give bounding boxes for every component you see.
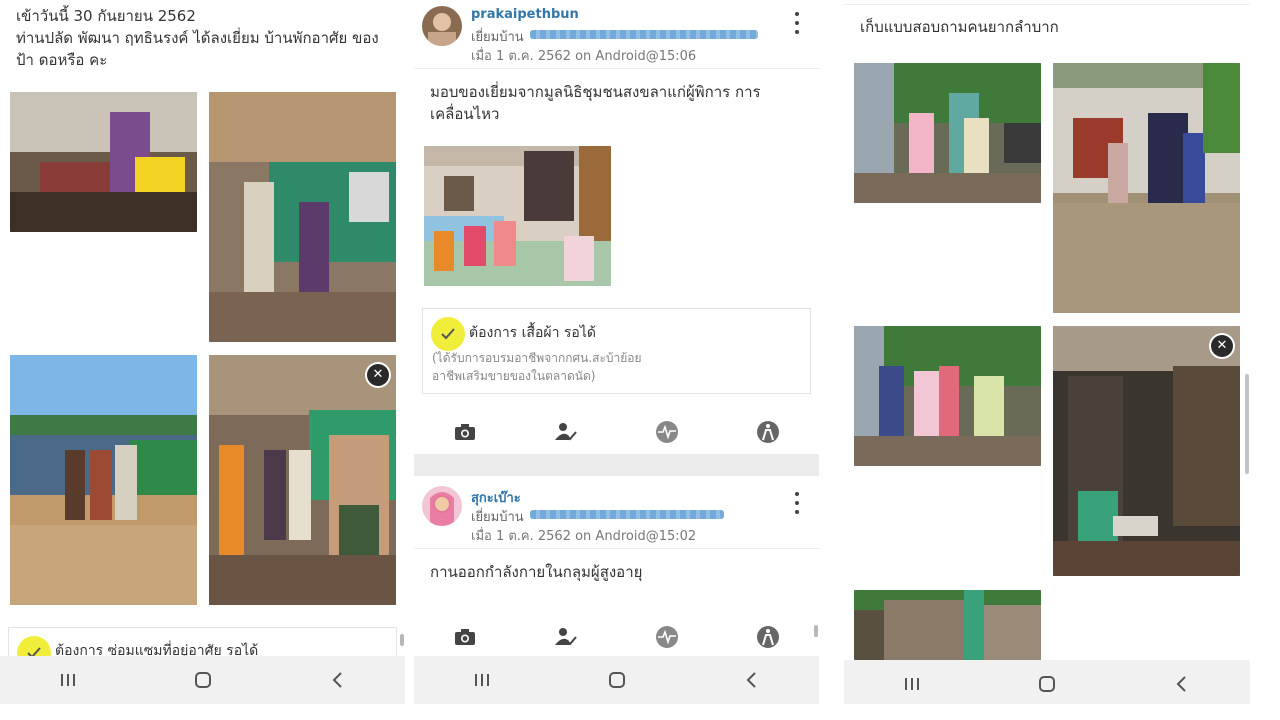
close-icon: ✕: [1211, 335, 1233, 357]
back-button[interactable]: [1152, 664, 1212, 704]
redacted-name: [530, 30, 758, 39]
disability-button[interactable]: [748, 417, 788, 447]
back-icon: [1176, 676, 1187, 692]
need-card: ต้องการ เสื้อผ้า รอได้ (ได้รับการอบรมอาช…: [422, 308, 811, 394]
scrollbar[interactable]: [1245, 374, 1249, 474]
camera-icon: [454, 629, 475, 645]
home-icon: [1038, 676, 1055, 692]
user-check-icon: [554, 423, 577, 441]
user-check-icon: [554, 628, 577, 646]
recent-apps-icon: [60, 674, 75, 686]
photo-survey-3[interactable]: [854, 326, 1041, 466]
recent-apps-button[interactable]: [38, 660, 98, 700]
need-label: ต้องการ เสื้อผ้า รอได้: [469, 325, 596, 341]
divider: [414, 548, 819, 549]
photo-survey-1[interactable]: [854, 63, 1041, 203]
disability-icon: [757, 421, 780, 443]
photo-survey-5[interactable]: [854, 590, 1041, 660]
avatar[interactable]: [422, 486, 462, 526]
photo-survey-4[interactable]: [1053, 326, 1240, 576]
home-icon: [608, 672, 625, 688]
health-button[interactable]: [647, 417, 687, 447]
health-button[interactable]: [647, 622, 687, 652]
home-button[interactable]: [587, 660, 647, 700]
feed-panel-right: เก็บแบบสอบถามคนยากลำบาก ✕: [844, 0, 1250, 704]
scrollbar[interactable]: [814, 625, 818, 637]
post-body: มอบของเยี่ยมจากมูลนิธิชุมชนสงขลาแก่ผู้พิ…: [430, 83, 761, 123]
disability-icon: [757, 626, 780, 648]
visit-prefix: เยี่ยมบ้าน: [471, 30, 524, 45]
camera-button[interactable]: [445, 622, 485, 652]
recent-apps-button[interactable]: [452, 660, 512, 700]
photo-visit-4[interactable]: [209, 355, 396, 605]
health-pulse-icon: [656, 626, 679, 648]
need-note: (ได้รับการอบรมอาชีพจากกศน.สะบ้าย้อย อาชี…: [432, 351, 642, 383]
redacted-name: [530, 510, 724, 519]
home-button[interactable]: [1017, 664, 1077, 704]
recent-apps-icon: [474, 674, 489, 686]
more-options-button[interactable]: [792, 492, 802, 514]
post-actions: [414, 615, 819, 659]
recent-apps-icon: [904, 678, 919, 690]
remove-photo-button[interactable]: ✕: [1209, 333, 1235, 359]
scrollbar[interactable]: [400, 634, 404, 646]
back-icon: [746, 672, 756, 688]
android-nav-bar: [0, 656, 405, 704]
back-icon: [332, 672, 342, 688]
disability-button[interactable]: [748, 622, 788, 652]
camera-icon: [454, 424, 475, 440]
feed-panel-left: เข้าวันนี้ 30 กันยายน 2562 ท่านปลัด พัฒน…: [0, 0, 405, 704]
android-nav-bar: [844, 660, 1250, 704]
photo-visit-1[interactable]: [10, 92, 197, 232]
check-icon: [431, 317, 465, 351]
home-button[interactable]: [173, 660, 233, 700]
camera-button[interactable]: [445, 417, 485, 447]
divider: [844, 4, 1250, 5]
android-nav-bar: [414, 656, 819, 704]
back-button[interactable]: [308, 660, 368, 700]
home-icon: [194, 672, 211, 688]
divider: [414, 68, 819, 69]
user-check-button[interactable]: [546, 417, 586, 447]
back-button[interactable]: [722, 660, 782, 700]
close-icon: ✕: [367, 364, 389, 386]
post-text: เก็บแบบสอบถามคนยากลำบาก: [860, 18, 1059, 36]
more-options-button[interactable]: [792, 12, 802, 34]
remove-photo-button[interactable]: ✕: [365, 362, 391, 388]
visit-prefix: เยี่ยมบ้าน: [471, 510, 524, 525]
photo-visit-2[interactable]: [209, 92, 396, 342]
post-username[interactable]: สุกะเบ๊าะ: [471, 487, 521, 508]
photo-survey-2[interactable]: [1053, 63, 1240, 313]
feed-panel-middle: prakaipethbun เยี่ยมบ้าน เมื่อ 1 ต.ค. 25…: [414, 0, 819, 704]
post-meta: เมื่อ 1 ต.ค. 2562 on Android@15:06: [471, 49, 697, 64]
photo-visit-3[interactable]: [10, 355, 197, 605]
avatar[interactable]: [422, 6, 462, 46]
user-check-button[interactable]: [546, 622, 586, 652]
health-pulse-icon: [656, 421, 679, 443]
recent-apps-button[interactable]: [882, 664, 942, 704]
post-actions: [414, 410, 819, 454]
post-body: กานออกกำลังกายในกลุมผู้สูงอายุ: [430, 563, 643, 581]
section-gap: [414, 454, 819, 476]
post-text: เข้าวันนี้ 30 กันยายน 2562 ท่านปลัด พัฒน…: [16, 7, 379, 69]
post-meta: เมื่อ 1 ต.ค. 2562 on Android@15:02: [471, 529, 697, 544]
post-photo[interactable]: [424, 146, 611, 286]
post-username[interactable]: prakaipethbun: [471, 7, 579, 22]
